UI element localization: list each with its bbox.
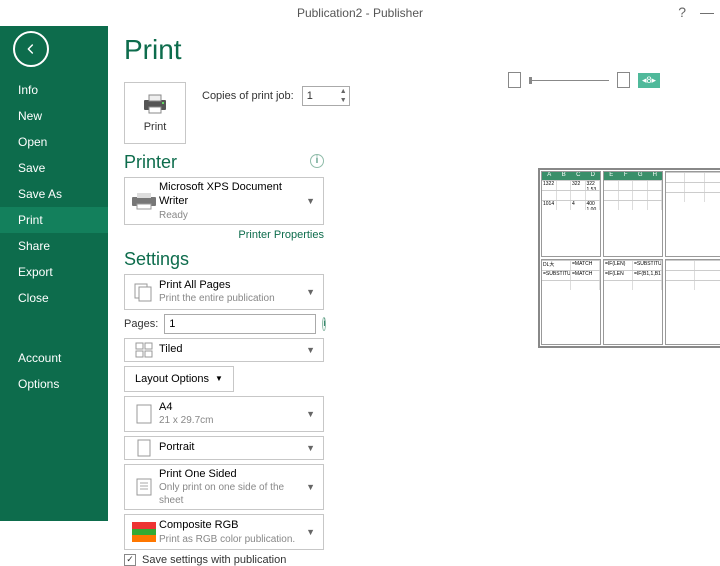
page-indicator: ◂8▸ xyxy=(638,73,660,88)
tiled-icon xyxy=(129,342,159,358)
page-first-icon[interactable] xyxy=(508,72,521,88)
rgb-icon xyxy=(129,522,159,542)
orientation-dropdown[interactable]: Portrait ▼ xyxy=(124,436,324,460)
sidebar-item-open[interactable]: Open xyxy=(0,129,108,155)
sidebar-item-print[interactable]: Print xyxy=(0,207,108,233)
title-bar: Publication2 - Publisher ? — xyxy=(0,0,720,26)
backstage-sidebar: Info New Open Save Save As Print Share E… xyxy=(0,26,108,521)
pages-icon xyxy=(129,282,159,302)
print-range-dropdown[interactable]: Print All Pages Print the entire publica… xyxy=(124,274,324,310)
print-button[interactable]: Print xyxy=(124,82,186,144)
printer-info-icon[interactable]: i xyxy=(310,154,324,168)
printer-heading: Printer xyxy=(124,152,177,173)
sidebar-item-export[interactable]: Export xyxy=(0,259,108,285)
chevron-down-icon: ▼ xyxy=(302,482,319,492)
page-last-icon[interactable] xyxy=(617,72,630,88)
chevron-down-icon: ▼ xyxy=(302,409,319,419)
color-dropdown[interactable]: Composite RGB Print as RGB color publica… xyxy=(124,514,324,550)
copies-label: Copies of print job: xyxy=(202,90,294,102)
preview-tiles: ABCD 1322322322 1.53 10144400 1.00 EFGH xyxy=(538,168,720,348)
minimize-icon[interactable]: — xyxy=(700,4,714,20)
sidebar-item-options[interactable]: Options xyxy=(0,371,108,397)
sidebar-item-save[interactable]: Save xyxy=(0,155,108,181)
paper-size-dropdown[interactable]: A4 21 x 29.7cm ▼ xyxy=(124,396,324,432)
sidebar-item-saveas[interactable]: Save As xyxy=(0,181,108,207)
sidebar-item-new[interactable]: New xyxy=(0,103,108,129)
page-icon xyxy=(129,404,159,424)
help-icon[interactable]: ? xyxy=(678,4,686,20)
tiled-dropdown[interactable]: Tiled ▼ xyxy=(124,338,324,362)
app-title: Publication2 - Publisher xyxy=(297,6,423,20)
printer-icon xyxy=(141,93,169,115)
save-settings-checkbox[interactable]: ✓ xyxy=(124,554,136,566)
preview-tile: DL大=MATCH =SUBSTITUTE=MATCH xyxy=(541,259,601,345)
sides-dropdown[interactable]: Print One Sided Only print on one side o… xyxy=(124,464,324,510)
chevron-down-icon: ▼ xyxy=(302,196,319,206)
chevron-down-icon: ▼ xyxy=(302,527,319,537)
preview-tile: ABCD 1322322322 1.53 10144400 1.00 xyxy=(541,171,601,257)
printer-device-icon xyxy=(129,192,159,210)
pages-info-icon[interactable]: i xyxy=(322,317,326,331)
preview-tile xyxy=(665,259,720,345)
sidebar-item-account[interactable]: Account xyxy=(0,345,108,371)
pages-label: Pages: xyxy=(124,318,158,330)
settings-heading: Settings xyxy=(124,249,324,270)
preview-nav: ◂8▸ xyxy=(508,72,720,88)
chevron-down-icon: ▼ xyxy=(302,443,319,453)
preview-tile xyxy=(665,171,720,257)
chevron-down-icon: ▼ xyxy=(302,287,319,297)
printer-dropdown[interactable]: Microsoft XPS Document Writer Ready ▼ xyxy=(124,177,324,225)
portrait-icon xyxy=(129,439,159,457)
page-slider[interactable] xyxy=(529,80,609,81)
chevron-down-icon: ▼ xyxy=(215,374,223,383)
preview-tile: =IF(LEN)=SUBSTITUTE(A1,B1,C1) =IF(LEN=IF… xyxy=(603,259,663,345)
sidebar-item-share[interactable]: Share xyxy=(0,233,108,259)
sidebar-item-info[interactable]: Info xyxy=(0,77,108,103)
sidebar-item-close[interactable]: Close xyxy=(0,285,108,311)
one-sided-icon xyxy=(129,477,159,497)
pages-input[interactable] xyxy=(164,314,316,334)
layout-options-button[interactable]: Layout Options ▼ xyxy=(124,366,234,392)
chevron-down-icon: ▼ xyxy=(302,345,319,355)
save-settings-label: Save settings with publication xyxy=(142,554,286,566)
back-button[interactable] xyxy=(13,31,49,67)
copies-spinner[interactable]: 1 ▲▼ xyxy=(302,86,350,106)
preview-tile: EFGH xyxy=(603,171,663,257)
printer-properties-link[interactable]: Printer Properties xyxy=(124,229,324,241)
